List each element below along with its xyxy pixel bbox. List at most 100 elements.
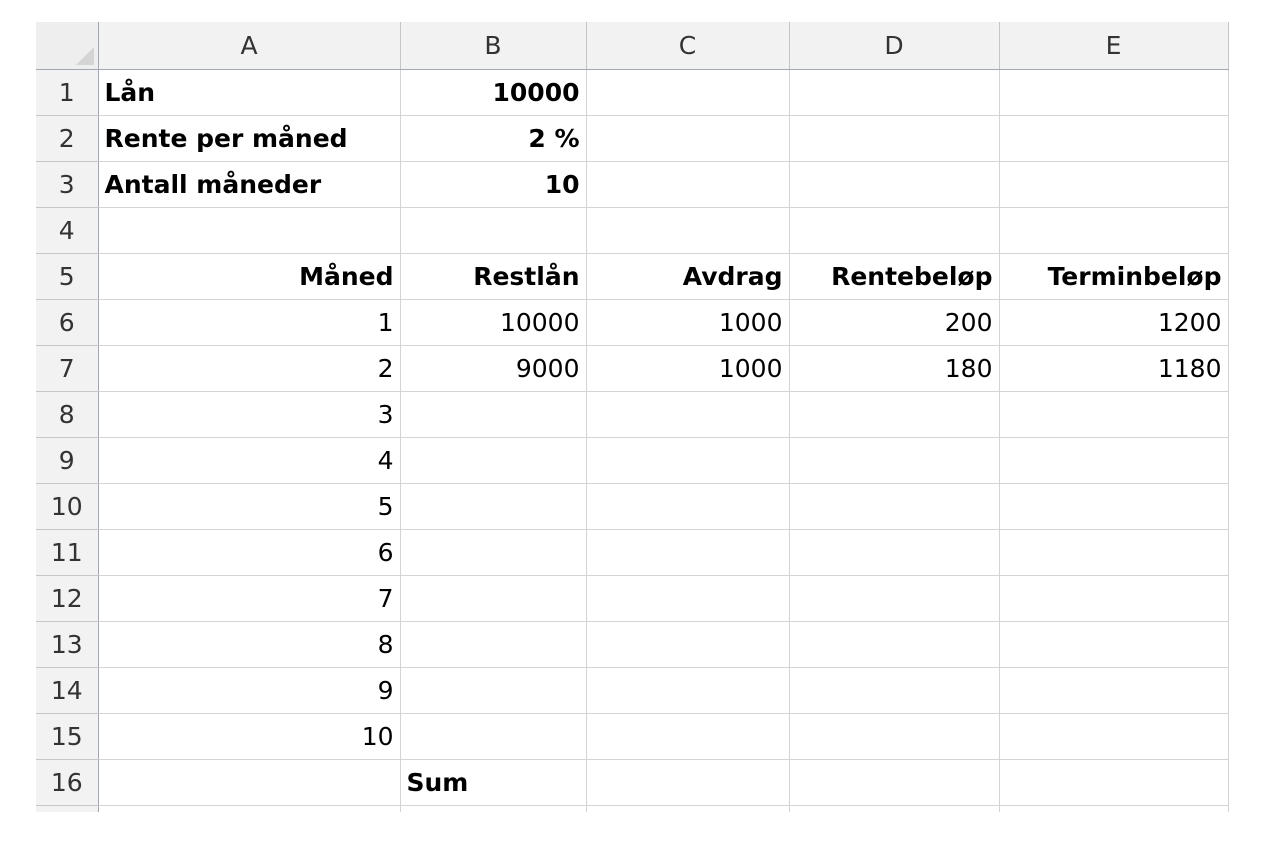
cell-empty[interactable] [999,805,1229,812]
cell-b12[interactable] [400,575,587,622]
cell-c2[interactable] [586,115,790,162]
cell-d14[interactable] [789,667,1000,714]
cell-b15[interactable] [400,713,587,760]
cell-e2[interactable] [999,115,1229,162]
cell-b3[interactable]: 10 [400,161,587,208]
cell-b2[interactable]: 2 % [400,115,587,162]
cell-b10[interactable] [400,483,587,530]
cell-empty[interactable] [586,805,790,812]
row-header[interactable]: 15 [36,713,99,760]
cell-e5[interactable]: Terminbeløp [999,253,1229,300]
cell-d4[interactable] [789,207,1000,254]
select-all-corner[interactable] [36,22,99,70]
cell-b13[interactable] [400,621,587,668]
cell-b7[interactable]: 9000 [400,345,587,392]
cell-d8[interactable] [789,391,1000,438]
row-header[interactable]: 4 [36,207,99,254]
cell-e7[interactable]: 1180 [999,345,1229,392]
cell-a6[interactable]: 1 [98,299,401,346]
row-header[interactable]: 7 [36,345,99,392]
cell-empty[interactable] [400,805,587,812]
cell-c12[interactable] [586,575,790,622]
cell-a3[interactable]: Antall måneder [98,161,401,208]
row-header[interactable]: 6 [36,299,99,346]
cell-a10[interactable]: 5 [98,483,401,530]
cell-b16[interactable]: Sum [400,759,587,806]
row-header[interactable]: 9 [36,437,99,484]
cell-a14[interactable]: 9 [98,667,401,714]
cell-c5[interactable]: Avdrag [586,253,790,300]
cell-d16[interactable] [789,759,1000,806]
cell-d12[interactable] [789,575,1000,622]
cell-empty[interactable] [98,805,401,812]
cell-empty[interactable] [789,805,1000,812]
column-header-c[interactable]: C [586,22,790,70]
cell-c1[interactable] [586,69,790,116]
cell-d3[interactable] [789,161,1000,208]
cell-d10[interactable] [789,483,1000,530]
cell-b6[interactable]: 10000 [400,299,587,346]
cell-c6[interactable]: 1000 [586,299,790,346]
cell-e10[interactable] [999,483,1229,530]
cell-e3[interactable] [999,161,1229,208]
row-header[interactable]: 12 [36,575,99,622]
cell-d15[interactable] [789,713,1000,760]
cell-c7[interactable]: 1000 [586,345,790,392]
cell-b9[interactable] [400,437,587,484]
cell-e14[interactable] [999,667,1229,714]
cell-e6[interactable]: 1200 [999,299,1229,346]
cell-b5[interactable]: Restlån [400,253,587,300]
cell-a11[interactable]: 6 [98,529,401,576]
row-header[interactable]: 14 [36,667,99,714]
cell-a1[interactable]: Lån [98,69,401,116]
cell-a8[interactable]: 3 [98,391,401,438]
cell-e16[interactable] [999,759,1229,806]
row-header[interactable]: 13 [36,621,99,668]
row-header[interactable]: 5 [36,253,99,300]
cell-a7[interactable]: 2 [98,345,401,392]
column-header-a[interactable]: A [98,22,401,70]
cell-c8[interactable] [586,391,790,438]
cell-c10[interactable] [586,483,790,530]
cell-c16[interactable] [586,759,790,806]
cell-e4[interactable] [999,207,1229,254]
cell-b14[interactable] [400,667,587,714]
column-header-b[interactable]: B [400,22,587,70]
cell-c11[interactable] [586,529,790,576]
row-header[interactable]: 16 [36,759,99,806]
row-header[interactable]: 2 [36,115,99,162]
cell-a9[interactable]: 4 [98,437,401,484]
cell-a12[interactable]: 7 [98,575,401,622]
cell-a13[interactable]: 8 [98,621,401,668]
cell-d6[interactable]: 200 [789,299,1000,346]
row-header[interactable] [36,805,99,812]
cell-c4[interactable] [586,207,790,254]
cell-a5[interactable]: Måned [98,253,401,300]
cell-a15[interactable]: 10 [98,713,401,760]
cell-c14[interactable] [586,667,790,714]
cell-b1[interactable]: 10000 [400,69,587,116]
cell-d7[interactable]: 180 [789,345,1000,392]
row-header[interactable]: 11 [36,529,99,576]
cell-a4[interactable] [98,207,401,254]
row-header[interactable]: 10 [36,483,99,530]
row-header[interactable]: 3 [36,161,99,208]
cell-e15[interactable] [999,713,1229,760]
cell-e13[interactable] [999,621,1229,668]
cell-e12[interactable] [999,575,1229,622]
row-header[interactable]: 8 [36,391,99,438]
cell-b11[interactable] [400,529,587,576]
cell-c15[interactable] [586,713,790,760]
cell-c3[interactable] [586,161,790,208]
cell-b4[interactable] [400,207,587,254]
cell-e8[interactable] [999,391,1229,438]
column-header-d[interactable]: D [789,22,1000,70]
cell-e11[interactable] [999,529,1229,576]
column-header-e[interactable]: E [999,22,1229,70]
cell-d5[interactable]: Rentebeløp [789,253,1000,300]
cell-c13[interactable] [586,621,790,668]
cell-e9[interactable] [999,437,1229,484]
cell-d13[interactable] [789,621,1000,668]
cell-e1[interactable] [999,69,1229,116]
cell-d11[interactable] [789,529,1000,576]
